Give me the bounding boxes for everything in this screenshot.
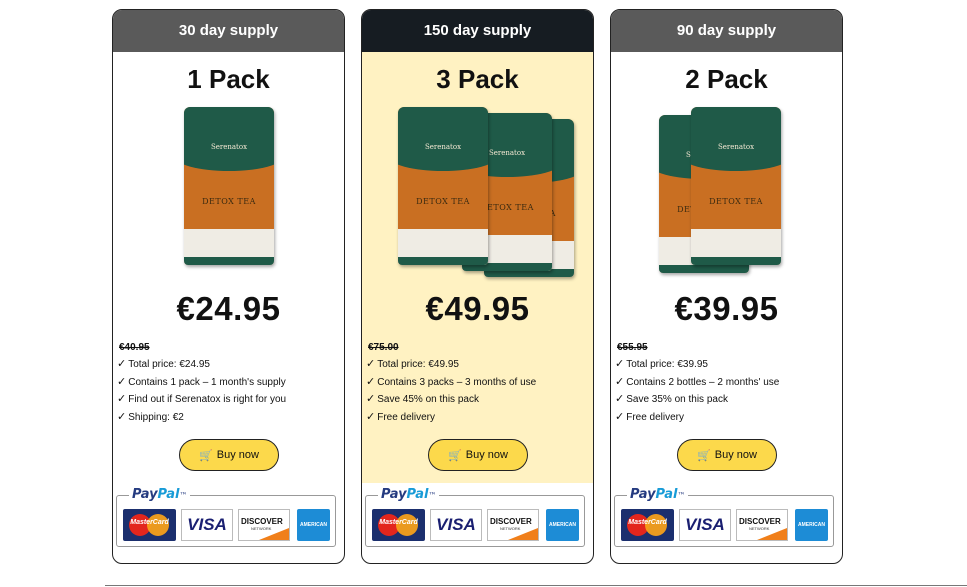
price: €49.95 bbox=[425, 290, 530, 327]
mastercard-logo: MasterCard bbox=[372, 509, 425, 541]
feature-text: Find out if Serenatox is right for you bbox=[128, 394, 287, 405]
feature-item: ✓ Find out if Serenatox is right for you bbox=[117, 391, 340, 409]
check-icon: ✓ bbox=[117, 375, 127, 388]
buy-now-button[interactable]: 🛒 Buy now bbox=[179, 439, 279, 471]
pack-title: 1 Pack bbox=[187, 64, 270, 94]
check-icon: ✓ bbox=[366, 410, 376, 423]
product-name: DETOX TEA bbox=[709, 197, 763, 206]
feature-item: ✓ Save 45% on this pack bbox=[366, 391, 589, 409]
feature-text: Total price: €39.95 bbox=[626, 359, 708, 370]
feature-item: ✓ Contains 3 packs – 3 months of use bbox=[366, 374, 589, 392]
mastercard-logo: MasterCard bbox=[123, 509, 176, 541]
pack-title: 3 Pack bbox=[436, 64, 519, 94]
paypal-logo: PayPal™ bbox=[627, 487, 689, 502]
feature-item: ✓ Total price: €49.95 bbox=[366, 356, 589, 374]
check-icon: ✓ bbox=[366, 358, 376, 370]
brand-text: Serenatox bbox=[424, 143, 462, 151]
feature-text: Total price: €24.95 bbox=[128, 359, 210, 370]
feature-item: ✓ Shipping: €2 bbox=[117, 409, 340, 427]
buy-now-button[interactable]: 🛒 Buy now bbox=[677, 439, 777, 471]
amex-logo: AMERICAN EXPRESS bbox=[795, 509, 828, 560]
feature-text: Save 35% on this pack bbox=[626, 394, 728, 405]
feature-text: Contains 1 pack – 1 month's supply bbox=[128, 376, 286, 388]
paypal-logo: PayPal™ bbox=[129, 487, 191, 502]
payment-methods: PayPal™ MasterCard VISA DISCOVER NETWORK … bbox=[614, 487, 834, 560]
check-icon: ✓ bbox=[366, 375, 376, 388]
product-image: Serenatox DETOX TEASerenatox DETOX TEA bbox=[611, 107, 842, 273]
divider bbox=[105, 585, 967, 586]
pricing-card: 30 day supply 1 Pack Serenatox DETOX TEA … bbox=[112, 9, 345, 564]
feature-item: ✓ Free delivery bbox=[615, 409, 838, 427]
check-icon: ✓ bbox=[615, 358, 625, 370]
discover-logo: DISCOVER NETWORK bbox=[487, 509, 539, 541]
check-icon: ✓ bbox=[117, 410, 127, 423]
cart-icon: 🛒 bbox=[448, 449, 462, 462]
brand-text: Serenatox bbox=[210, 143, 248, 151]
product-name: DETOX TEA bbox=[416, 197, 470, 206]
old-price: €55.95 bbox=[617, 342, 648, 353]
card-body: 3 Pack Serenatox DETOX TEA Serenatox DETOX … bbox=[362, 52, 593, 483]
tea-pouch: Serenatox DETOX TEA bbox=[184, 107, 274, 265]
discover-logo: DISCOVER NETWORK bbox=[238, 509, 290, 541]
feature-item: ✓ Free delivery bbox=[366, 409, 589, 427]
feature-text: Contains 2 bottles – 2 months' use bbox=[626, 376, 780, 388]
feature-list: ✓ Total price: €24.95 ✓ Contains 1 pack – 1… bbox=[117, 356, 340, 426]
paypal-logo: PayPal™ bbox=[378, 487, 440, 502]
check-icon: ✓ bbox=[117, 393, 127, 405]
check-icon: ✓ bbox=[615, 375, 625, 388]
old-price: €40.95 bbox=[119, 342, 150, 353]
brand-text: Serenatox bbox=[717, 143, 755, 151]
feature-text: Free delivery bbox=[626, 411, 685, 423]
feature-item: ✓ Contains 2 bottles – 2 months' use bbox=[615, 374, 838, 392]
price: €39.95 bbox=[674, 290, 779, 327]
feature-item: ✓ Total price: €24.95 bbox=[117, 356, 340, 374]
check-icon: ✓ bbox=[117, 358, 127, 370]
feature-text: Total price: €49.95 bbox=[377, 359, 459, 370]
buy-now-label: Buy now bbox=[216, 449, 259, 461]
feature-item: ✓ Contains 1 pack – 1 month's supply bbox=[117, 374, 340, 392]
product-name: DETOX TEA bbox=[202, 197, 256, 206]
feature-item: ✓ Total price: €39.95 bbox=[615, 356, 838, 374]
visa-logo: VISA bbox=[430, 509, 482, 541]
buy-now-label: Buy now bbox=[465, 449, 508, 461]
supply-header: 150 day supply bbox=[362, 10, 593, 52]
pack-title: 2 Pack bbox=[685, 64, 768, 94]
pricing-card: 90 day supply 2 Pack SerenatoxDETOX TEAS… bbox=[610, 9, 843, 564]
card-body: 2 Pack Serenatox DETOX TEASerenatox DETOX … bbox=[611, 52, 842, 483]
amex-logo: AMERICAN EXPRESS bbox=[297, 509, 330, 560]
buy-now-label: Buy now bbox=[714, 449, 757, 461]
check-icon: ✓ bbox=[615, 410, 625, 423]
feature-list: ✓ Total price: €39.95 ✓ Contains 2 bottles … bbox=[615, 356, 838, 426]
discover-logo: DISCOVER NETWORK bbox=[736, 509, 788, 541]
feature-text: Contains 3 packs – 3 months of use bbox=[377, 376, 537, 388]
supply-header: 90 day supply bbox=[611, 10, 842, 52]
visa-logo: VISA bbox=[181, 509, 233, 541]
product-image: Serenatox DETOX TEA bbox=[113, 107, 344, 267]
payment-methods: PayPal™ MasterCard VISA DISCOVER NETWORK … bbox=[365, 487, 585, 560]
feature-text: Save 45% on this pack bbox=[377, 394, 479, 405]
cart-icon: 🛒 bbox=[697, 449, 711, 462]
feature-list: ✓ Total price: €49.95 ✓ Contains 3 packs – … bbox=[366, 356, 589, 426]
check-icon: ✓ bbox=[615, 393, 625, 405]
feature-text: Free delivery bbox=[377, 411, 436, 423]
tea-pouch: Serenatox DETOX TEA bbox=[398, 107, 488, 265]
feature-text: Shipping: €2 bbox=[128, 411, 184, 423]
cart-icon: 🛒 bbox=[199, 449, 213, 462]
buy-now-button[interactable]: 🛒 Buy now bbox=[428, 439, 528, 471]
old-price: €75.00 bbox=[368, 342, 399, 353]
amex-logo: AMERICAN EXPRESS bbox=[546, 509, 579, 560]
payment-methods: PayPal™ MasterCard VISA DISCOVER NETWORK … bbox=[116, 487, 336, 560]
visa-logo: VISA bbox=[679, 509, 731, 541]
card-body: 1 Pack Serenatox DETOX TEA €24.95 €40.95 … bbox=[113, 52, 344, 483]
check-icon: ✓ bbox=[366, 393, 376, 405]
tea-pouch: Serenatox DETOX TEA bbox=[691, 107, 781, 265]
supply-header: 30 day supply bbox=[113, 10, 344, 52]
product-image: SerenatoxDETOX TEASerenatoxDETOX TEASere… bbox=[362, 107, 593, 277]
price: €24.95 bbox=[176, 290, 281, 327]
mastercard-logo: MasterCard bbox=[621, 509, 674, 541]
pricing-card: 150 day supply 3 Pack Serenatox DETOX TEA… bbox=[361, 9, 594, 564]
feature-item: ✓ Save 35% on this pack bbox=[615, 391, 838, 409]
